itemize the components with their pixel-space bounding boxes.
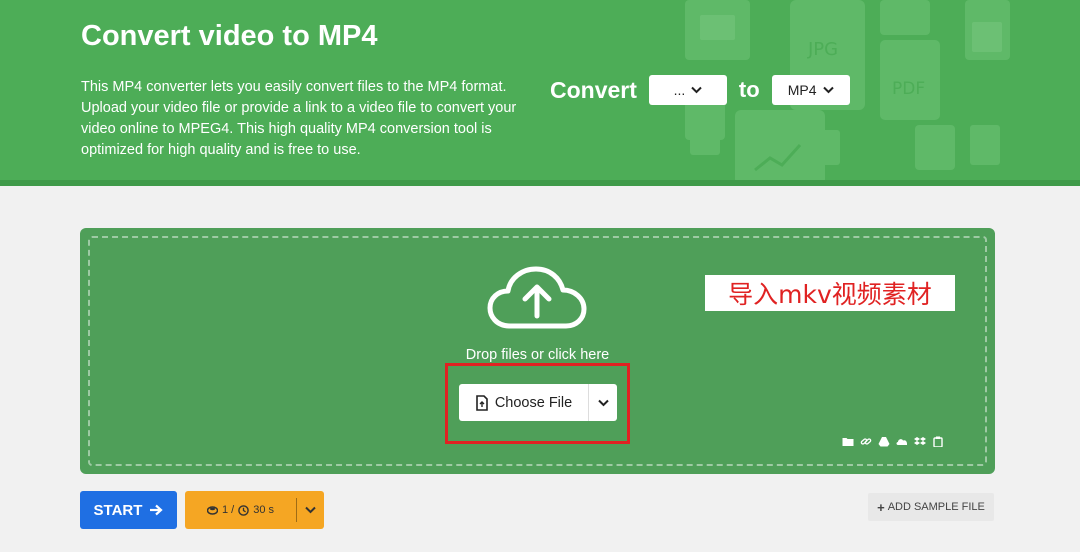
convert-label: Convert — [550, 76, 637, 103]
add-sample-label: ADD SAMPLE FILE — [887, 501, 985, 513]
svg-text:JPG: JPG — [807, 39, 838, 60]
chevron-down-icon — [822, 86, 834, 94]
limits-summary: 1 / 30 s — [185, 498, 297, 522]
link-icon[interactable] — [860, 436, 872, 447]
upload-source-icons — [842, 436, 944, 447]
add-sample-file-button[interactable]: + ADD SAMPLE FILE — [868, 493, 994, 521]
limits-dropdown[interactable] — [297, 506, 324, 514]
page-description: This MP4 converter lets you easily conve… — [81, 79, 517, 158]
limit-files-text: 1 / — [221, 504, 235, 516]
to-format-value: MP4 — [787, 82, 817, 98]
dropbox-icon[interactable] — [914, 436, 926, 447]
conversion-limits-button[interactable]: 1 / 30 s — [185, 491, 324, 529]
start-button[interactable]: START — [80, 491, 177, 529]
annotation-label: 导入mkv视频素材 — [705, 275, 955, 311]
plus-icon: + — [877, 499, 885, 515]
svg-text:PDF: PDF — [892, 79, 925, 99]
from-format-value: ... — [673, 82, 686, 98]
limit-time-text: 30 s — [253, 504, 275, 516]
to-format-select[interactable]: MP4 — [771, 75, 850, 105]
onedrive-icon[interactable] — [896, 436, 908, 447]
arrow-right-icon — [150, 504, 164, 516]
file-count-icon — [206, 505, 218, 515]
chevron-down-icon — [691, 86, 702, 94]
format-selector-row: Convert ... to MP4 — [550, 74, 850, 106]
highlight-annotation-box — [445, 363, 630, 444]
clipboard-icon[interactable] — [932, 436, 944, 447]
chevron-down-icon — [305, 506, 316, 514]
start-label: START — [93, 501, 143, 519]
header-bottom-edge — [0, 180, 1080, 186]
drop-files-text: Drop files or click here — [465, 347, 610, 363]
from-format-select[interactable]: ... — [648, 75, 727, 105]
to-label: to — [738, 77, 760, 102]
google-drive-icon[interactable] — [878, 436, 890, 447]
page-title: Convert video to MP4 — [81, 20, 378, 52]
folder-icon[interactable] — [842, 436, 854, 447]
clock-icon — [238, 504, 250, 516]
header-banner: JPG PDF Convert video to MP4 This MP4 co… — [0, 0, 1080, 185]
cloud-upload-icon — [487, 266, 587, 329]
